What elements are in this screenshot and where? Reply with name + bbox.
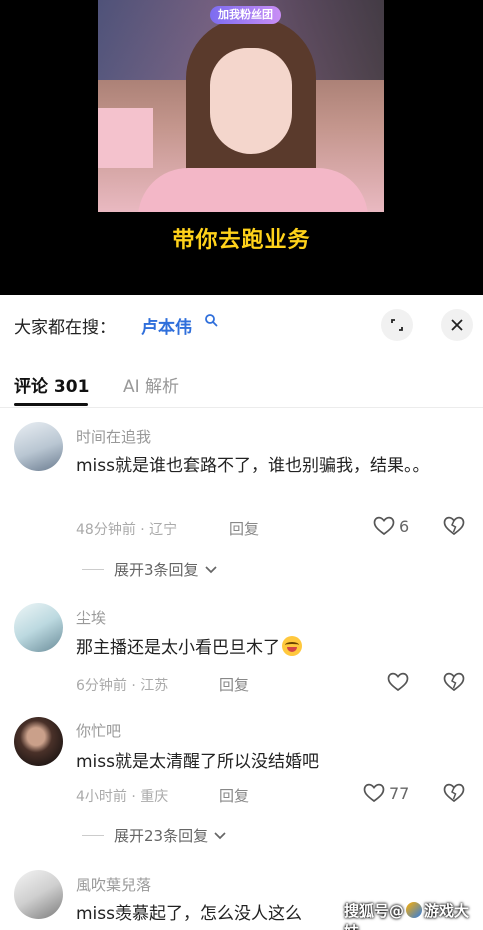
comment-meta: 4小时前 · 重庆 [76, 789, 169, 805]
reply-button[interactable]: 回复 [229, 518, 259, 539]
broken-heart-icon [443, 516, 465, 536]
watermark-at: @ [389, 902, 405, 920]
like-button[interactable]: 6 [373, 516, 409, 536]
heart-icon [373, 516, 395, 536]
crying-laughing-emoji-icon [282, 636, 302, 656]
like-count: 77 [389, 783, 410, 803]
search-keyword[interactable]: 卢本伟 [141, 313, 192, 338]
comment-meta: 48分钟前 · 辽宁 [76, 522, 178, 538]
video-subtitle: 带你去跑业务 [172, 228, 311, 253]
expand-line [82, 569, 104, 570]
dislike-button[interactable] [443, 672, 465, 696]
reply-button[interactable]: 回复 [219, 785, 249, 806]
divider [0, 407, 483, 408]
expand-button[interactable] [381, 309, 413, 341]
avatar[interactable] [14, 870, 63, 919]
avatar[interactable] [14, 603, 63, 652]
expand-replies-label: 展开3条回复 [114, 561, 199, 579]
active-tab-indicator [14, 403, 88, 406]
like-button[interactable] [387, 672, 409, 692]
comment-meta: 6分钟前 · 江苏 [76, 678, 169, 694]
watermark-logo-icon [406, 902, 423, 918]
expand-replies-button[interactable]: 展开3条回复 [82, 559, 217, 580]
expand-icon [391, 319, 403, 331]
expand-replies-label: 展开23条回复 [114, 827, 209, 845]
avatar[interactable] [14, 422, 63, 471]
video-frame: 加我粉丝团 [98, 0, 384, 212]
watermark-left: 搜狐号 [344, 902, 390, 920]
comment-username[interactable]: 时间在追我 [76, 426, 151, 447]
dislike-button[interactable] [443, 516, 465, 540]
chevron-down-icon [214, 831, 226, 839]
close-button[interactable] [441, 309, 473, 341]
tab-ai-analysis[interactable]: AI 解析 [123, 372, 179, 397]
heart-icon [363, 783, 385, 803]
fan-club-badge[interactable]: 加我粉丝团 [210, 6, 281, 24]
comment-text[interactable]: 那主播还是太小看巴旦木了 [76, 634, 456, 663]
reply-button[interactable]: 回复 [219, 674, 249, 695]
background-object [98, 108, 153, 168]
like-button[interactable]: 77 [363, 783, 409, 803]
dislike-button[interactable] [443, 783, 465, 807]
streamer-shirt [138, 168, 368, 212]
comment-text-content: 那主播还是太小看巴旦木了 [76, 638, 280, 658]
comment-text[interactable]: miss就是谁也套路不了，谁也别骗我，结果。。 [76, 452, 456, 481]
comment-username[interactable]: 尘埃 [76, 607, 106, 628]
expand-line [82, 835, 104, 836]
search-prefix: 大家都在搜： [14, 318, 116, 338]
video-player[interactable]: 加我粉丝团 带你去跑业务 [0, 0, 483, 295]
broken-heart-icon [443, 672, 465, 692]
watermark: 搜狐号@游戏大妹 [344, 900, 483, 930]
search-icon[interactable] [204, 313, 218, 327]
like-count: 6 [399, 516, 410, 536]
close-icon [451, 319, 463, 331]
comment-text[interactable]: miss就是太清醒了所以没结婚吧 [76, 748, 456, 777]
avatar[interactable] [14, 717, 63, 766]
expand-replies-button[interactable]: 展开23条回复 [82, 825, 226, 846]
comment-username[interactable]: 你忙吧 [76, 720, 121, 741]
heart-icon [387, 672, 409, 692]
streamer-face [210, 48, 292, 154]
tab-comments[interactable]: 评论 301 [14, 372, 89, 397]
broken-heart-icon [443, 783, 465, 803]
comment-username[interactable]: 風吹葉兒落 [76, 874, 151, 895]
chevron-down-icon [204, 565, 217, 573]
